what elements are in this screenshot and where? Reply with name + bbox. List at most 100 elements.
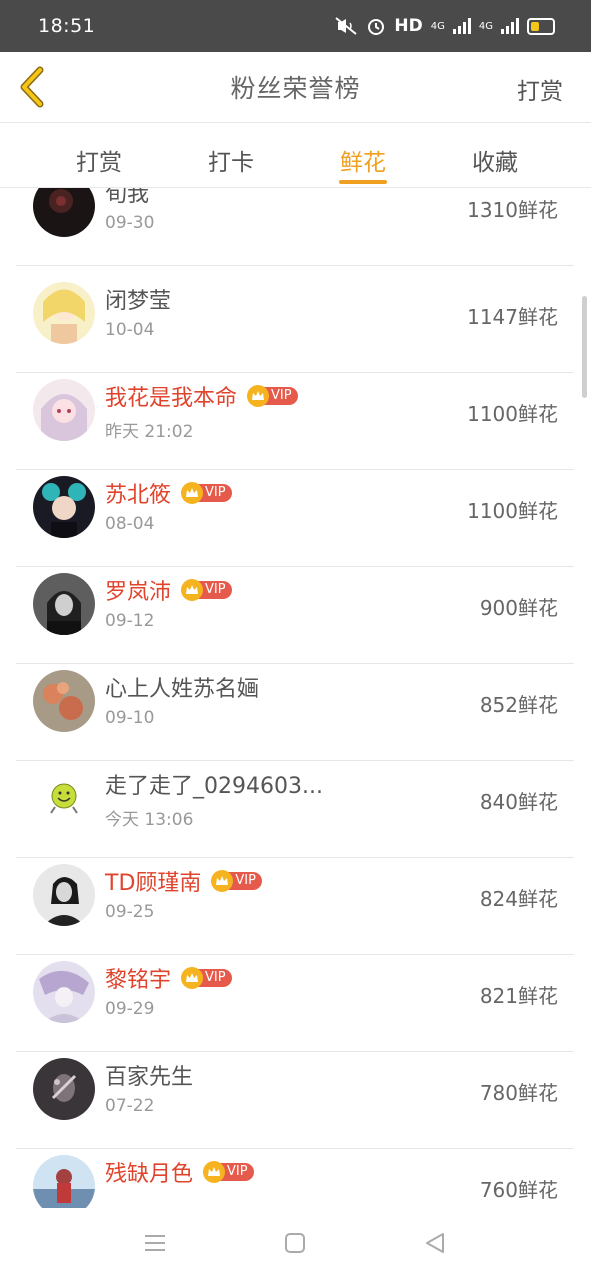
vip-badge: VIP [181, 482, 232, 504]
avatar[interactable] [33, 476, 95, 538]
tab-flowers[interactable]: 鲜花 [297, 123, 429, 187]
list-item[interactable]: 闭梦莹 10-04 1147鲜花 [16, 275, 574, 373]
tab-reward[interactable]: 打赏 [33, 123, 165, 187]
name-line: 走了走了_0294603... [105, 768, 323, 800]
user-name[interactable]: 旬我 [105, 188, 149, 208]
flower-count: 1100鲜花 [467, 402, 558, 426]
flower-count: 824鲜花 [479, 887, 558, 911]
tab-label: 收藏 [472, 150, 518, 176]
avatar[interactable] [33, 1058, 95, 1120]
list-item[interactable]: 苏北筱 VIP 08-04 1100鲜花 [16, 469, 574, 567]
tab-checkin[interactable]: 打卡 [165, 123, 297, 187]
name-line: 残缺月色 VIP [105, 1156, 254, 1188]
flower-count: 900鲜花 [479, 596, 558, 620]
list-item[interactable]: 心上人姓苏名婳 09-10 852鲜花 [16, 663, 574, 761]
name-line: 我花是我本命 VIP [105, 380, 298, 412]
flower-count: 760鲜花 [479, 1178, 558, 1202]
back-triangle-icon[interactable] [424, 1232, 446, 1254]
flower-count: 1147鲜花 [467, 305, 558, 329]
app-header: 粉丝荣誉榜 打赏 [0, 52, 591, 123]
alarm-icon [368, 19, 385, 35]
date: 09-29 [105, 999, 155, 1019]
list-item[interactable]: 走了走了_0294603... 今天 13:06 840鲜花 [16, 760, 574, 858]
network-label: 4G [430, 20, 445, 32]
tab-label: 鲜花 [340, 150, 386, 176]
flower-count: 821鲜花 [479, 984, 558, 1008]
list-item[interactable]: 残缺月色 VIP 760鲜花 [16, 1148, 574, 1208]
date: 09-30 [105, 213, 155, 233]
status-icons: HD 4G 4G [334, 16, 555, 36]
vip-badge: VIP [247, 385, 298, 407]
vip-badge: VIP [203, 1161, 254, 1183]
user-name[interactable]: 百家先生 [105, 1059, 193, 1091]
scrollbar[interactable] [582, 296, 587, 398]
active-tab-indicator [339, 180, 387, 184]
avatar[interactable] [33, 961, 95, 1023]
avatar[interactable] [33, 767, 95, 829]
vip-badge: VIP [181, 579, 232, 601]
name-line: 苏北筱 VIP [105, 477, 232, 509]
flower-count: 780鲜花 [479, 1081, 558, 1105]
signal-icon [452, 18, 471, 34]
tab-label: 打赏 [76, 150, 122, 176]
reward-button[interactable]: 打赏 [517, 72, 563, 106]
user-name[interactable]: 残缺月色 [105, 1156, 193, 1188]
name-line: 百家先生 [105, 1059, 193, 1091]
status-time: 18:51 [38, 15, 96, 37]
date: 08-04 [105, 514, 155, 534]
user-name[interactable]: 苏北筱 [105, 477, 171, 509]
date: 今天 13:06 [105, 810, 194, 830]
user-name[interactable]: 走了走了_0294603... [105, 768, 323, 800]
avatar[interactable] [33, 864, 95, 926]
list-item[interactable]: TD顾瑾南 VIP 09-25 824鲜花 [16, 857, 574, 955]
menu-icon[interactable] [143, 1232, 167, 1254]
user-name[interactable]: TD顾瑾南 [105, 865, 201, 897]
list-item[interactable]: 我花是我本命 VIP 昨天 21:02 1100鲜花 [16, 372, 574, 470]
user-name[interactable]: 罗岚沛 [105, 574, 171, 606]
system-nav-bar [0, 1208, 591, 1280]
avatar[interactable] [33, 282, 95, 344]
home-square-icon[interactable] [284, 1232, 306, 1254]
flower-count: 852鲜花 [479, 693, 558, 717]
crown-icon [181, 579, 204, 601]
list-item[interactable]: 旬我 09-30 1310鲜花 [16, 188, 574, 266]
name-line: 黎铭宇 VIP [105, 962, 232, 994]
user-name[interactable]: 心上人姓苏名婳 [105, 671, 259, 703]
date: 09-25 [105, 902, 155, 922]
avatar[interactable] [33, 188, 95, 237]
date: 昨天 21:02 [105, 422, 194, 442]
user-name[interactable]: 黎铭宇 [105, 962, 171, 994]
back-chevron-icon[interactable] [14, 66, 54, 108]
crown-icon [181, 482, 204, 504]
user-name[interactable]: 闭梦莹 [105, 283, 171, 315]
date: 07-22 [105, 1096, 155, 1116]
date: 09-10 [105, 708, 155, 728]
crown-icon [203, 1161, 226, 1183]
tab-label: 打卡 [208, 150, 254, 176]
page-title: 粉丝荣誉榜 [230, 74, 361, 103]
battery-icon [527, 17, 555, 35]
flower-count: 1100鲜花 [467, 499, 558, 523]
signal-icon-2 [501, 18, 519, 34]
list-item[interactable]: 百家先生 07-22 780鲜花 [16, 1051, 574, 1149]
date: 09-12 [105, 611, 155, 631]
date: 10-04 [105, 320, 155, 340]
status-bar: 18:51 HD 4G 4G [0, 0, 591, 52]
avatar[interactable] [33, 379, 95, 441]
list-item[interactable]: 罗岚沛 VIP 09-12 900鲜花 [16, 566, 574, 664]
vip-badge: VIP [211, 870, 262, 892]
user-name[interactable]: 我花是我本命 [105, 380, 237, 412]
mute-vibrate-icon [335, 17, 358, 35]
name-line: 闭梦莹 [105, 283, 171, 315]
list-item[interactable]: 黎铭宇 VIP 09-29 821鲜花 [16, 954, 574, 1052]
hd-label: HD [394, 16, 423, 36]
avatar[interactable] [33, 670, 95, 732]
tab-bar: 打赏 打卡 鲜花 收藏 [0, 123, 591, 188]
tab-favorites[interactable]: 收藏 [429, 123, 561, 187]
fan-ranking-list: 旬我 09-30 1310鲜花 闭梦莹 10-04 1147鲜花 我花是我本命 … [0, 188, 591, 1208]
crown-icon [181, 967, 204, 989]
name-line: TD顾瑾南 VIP [105, 865, 262, 897]
avatar[interactable] [33, 1155, 95, 1208]
avatar[interactable] [33, 573, 95, 635]
flower-count: 1310鲜花 [467, 198, 558, 222]
